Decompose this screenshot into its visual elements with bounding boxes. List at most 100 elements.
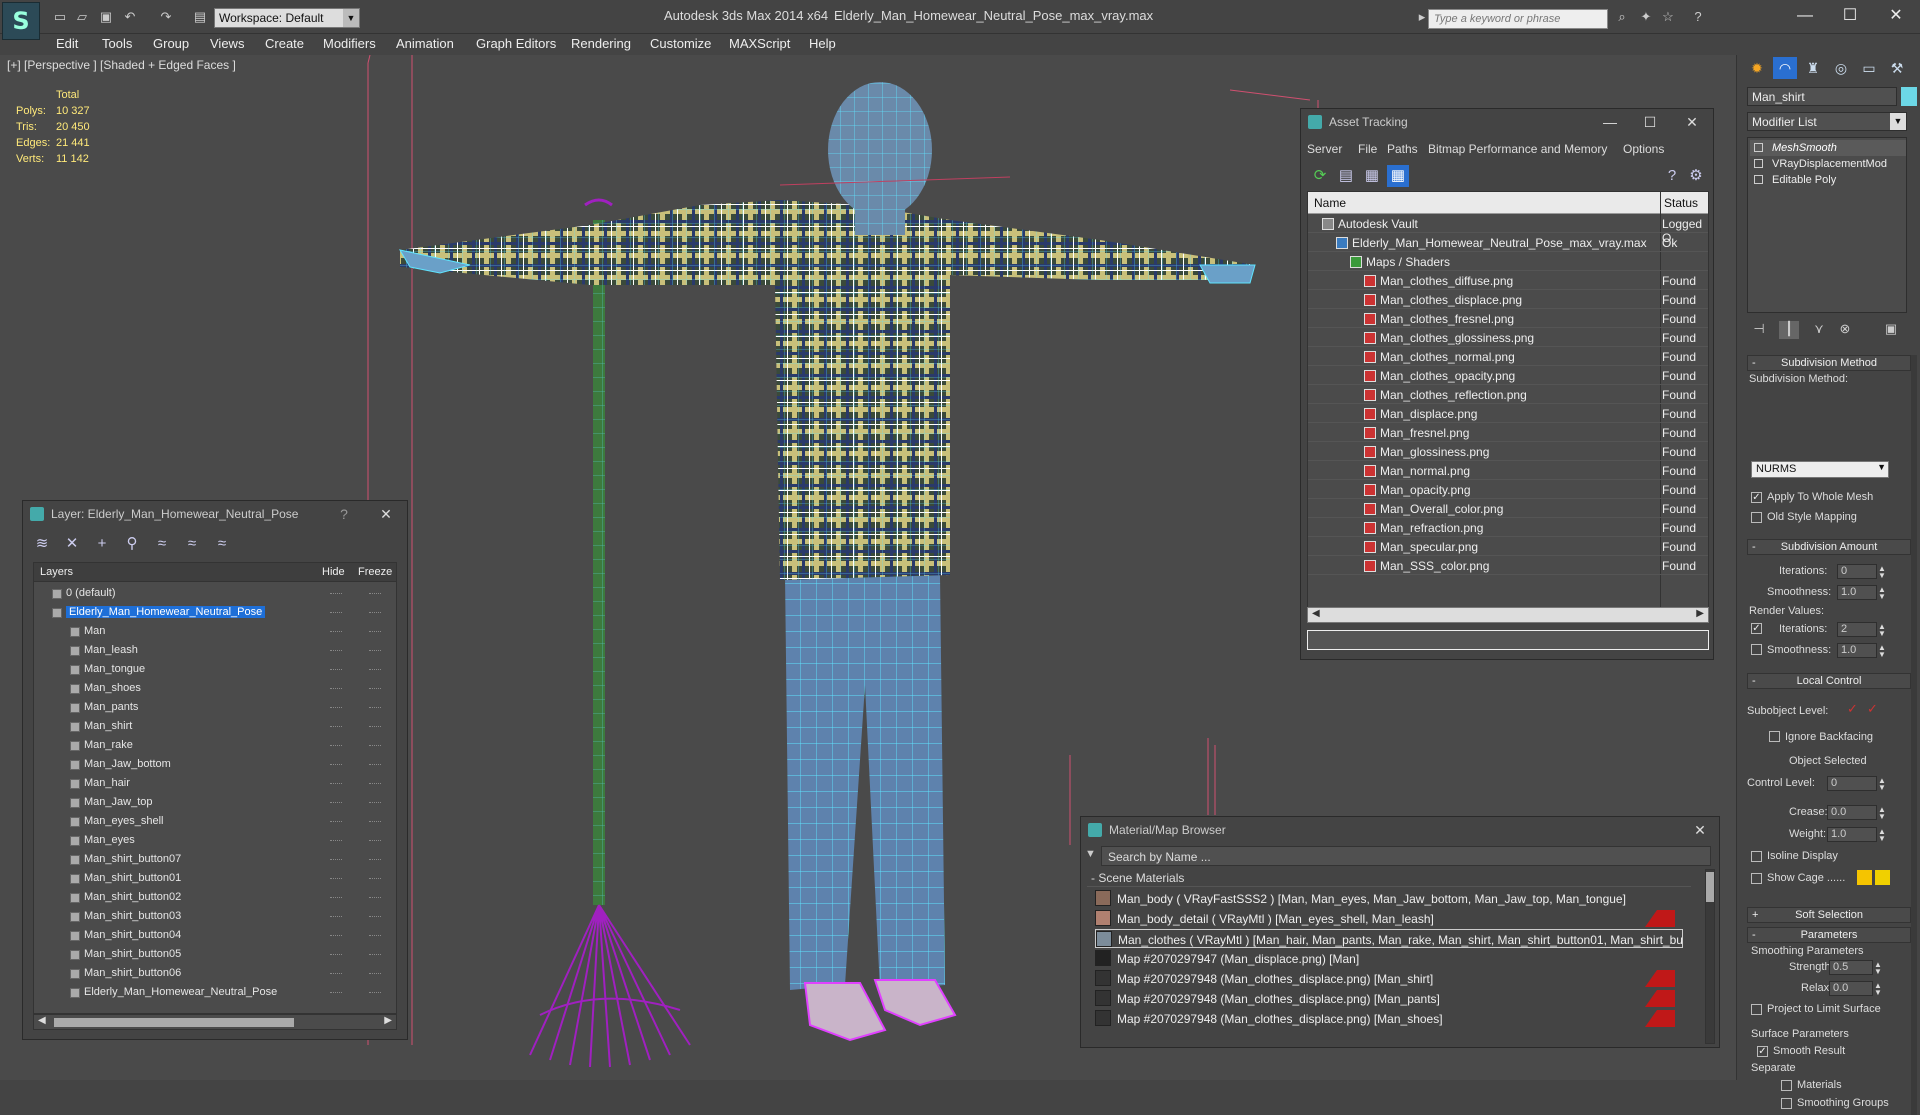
- hide-toggle[interactable]: [330, 726, 342, 728]
- hide-toggle[interactable]: [330, 821, 342, 823]
- menu-rendering[interactable]: Rendering: [571, 36, 631, 51]
- apply-whole-mesh-checkbox[interactable]: ✓: [1751, 492, 1762, 503]
- hide-toggle[interactable]: [330, 593, 342, 595]
- hide-toggle[interactable]: [330, 783, 342, 785]
- display-tab-icon[interactable]: ▭: [1857, 57, 1881, 79]
- modifier-toggle-icon[interactable]: [1754, 159, 1763, 168]
- layer-dialog-titlebar[interactable]: Layer: Elderly_Man_Homewear_Neutral_Pose…: [23, 501, 407, 527]
- hide-toggle[interactable]: [330, 973, 342, 975]
- project-folder-icon[interactable]: ▤: [192, 9, 208, 25]
- layer-list[interactable]: Layers Hide Freeze 0 (default) Elderly_Ma…: [33, 562, 397, 1014]
- render-smoothness-spinner[interactable]: 1.0 ▲ ▼: [1837, 643, 1886, 659]
- refresh-icon[interactable]: ⟳: [1309, 165, 1331, 187]
- layer-row[interactable]: Man_rake: [34, 736, 396, 755]
- freeze-toggle[interactable]: [369, 973, 381, 975]
- freeze-toggle[interactable]: [369, 745, 381, 747]
- layer-row[interactable]: Man_shirt_button07: [34, 850, 396, 869]
- freeze-toggle[interactable]: [369, 688, 381, 690]
- hide-toggle[interactable]: [330, 764, 342, 766]
- scroll-left-icon[interactable]: ◀: [38, 1015, 46, 1026]
- relax-spinner[interactable]: 0.0 ▲ ▼: [1829, 981, 1882, 997]
- material-row[interactable]: Man_body ( VRayFastSSS2 ) [Man, Man_eyes…: [1095, 889, 1683, 908]
- freeze-toggle[interactable]: [369, 954, 381, 956]
- hide-toggle[interactable]: [330, 802, 342, 804]
- menu-graph-editors[interactable]: Graph Editors: [476, 36, 556, 51]
- layer-row[interactable]: Elderly_Man_Homewear_Neutral_Pose: [34, 603, 396, 622]
- help-icon[interactable]: ?: [1690, 9, 1706, 25]
- layer-row[interactable]: Man_shirt_button01: [34, 869, 396, 888]
- list-view-icon[interactable]: ▤: [1335, 165, 1357, 187]
- minimize-icon[interactable]: —: [1599, 112, 1621, 132]
- asset-row[interactable]: Autodesk Vault Logged O: [1308, 214, 1708, 245]
- smooth-result-checkbox[interactable]: ✓: [1757, 1046, 1768, 1057]
- material-row[interactable]: Map #2070297948 (Man_clothes_displace.pn…: [1095, 1009, 1683, 1028]
- asset-row[interactable]: Man_displace.png Found: [1308, 404, 1708, 423]
- iterations-spinner[interactable]: 0 ▲ ▼: [1837, 564, 1886, 580]
- app-logo-icon[interactable]: S: [2, 2, 40, 40]
- redo-icon[interactable]: ↷: [158, 9, 174, 25]
- control-level-spinner[interactable]: 0 ▲ ▼: [1827, 776, 1886, 792]
- save-icon[interactable]: ▣: [98, 9, 114, 25]
- asset-row[interactable]: Man_glossiness.png Found: [1308, 442, 1708, 461]
- freeze-toggle[interactable]: [369, 783, 381, 785]
- separate-smoothing-groups-checkbox[interactable]: [1781, 1098, 1792, 1109]
- hide-toggle[interactable]: [330, 745, 342, 747]
- status-column-header[interactable]: Status: [1664, 196, 1698, 210]
- hide-layers-icon[interactable]: ≈: [181, 533, 203, 555]
- asset-menu-bitmap[interactable]: Bitmap Performance and Memory: [1428, 142, 1607, 156]
- hierarchy-tab-icon[interactable]: ♜: [1801, 57, 1825, 79]
- settings-icon[interactable]: ⚙: [1685, 165, 1707, 187]
- close-icon[interactable]: ✕: [375, 504, 397, 524]
- menu-views[interactable]: Views: [210, 36, 244, 51]
- help-icon[interactable]: ?: [1661, 165, 1683, 187]
- modifier-toggle-icon[interactable]: [1754, 175, 1763, 184]
- undo-icon[interactable]: ↶: [122, 9, 138, 25]
- asset-row[interactable]: Man_refraction.png Found: [1308, 518, 1708, 537]
- freeze-toggle[interactable]: [369, 764, 381, 766]
- scroll-right-icon[interactable]: ▶: [384, 1015, 392, 1026]
- layer-row[interactable]: Man_Jaw_top: [34, 793, 396, 812]
- add-to-layer-icon[interactable]: +: [91, 533, 113, 555]
- menu-group[interactable]: Group: [153, 36, 189, 51]
- cage-color-swatch-2[interactable]: [1875, 870, 1890, 885]
- scene-materials-group[interactable]: - Scene Materials: [1087, 869, 1691, 887]
- modify-tab-icon[interactable]: ◠: [1773, 57, 1797, 79]
- rollout-subdivision-amount[interactable]: - Subdivision Amount: [1747, 539, 1911, 555]
- render-iterations-spinner[interactable]: 2 ▲ ▼: [1837, 622, 1886, 638]
- scroll-right-icon[interactable]: ▶: [1696, 608, 1704, 619]
- minimize-icon[interactable]: —: [1785, 4, 1825, 28]
- ignore-backfacing-checkbox[interactable]: [1769, 731, 1780, 742]
- hide-toggle[interactable]: [330, 631, 342, 633]
- close-icon[interactable]: ✕: [1681, 112, 1703, 132]
- freeze-toggle[interactable]: [369, 650, 381, 652]
- layer-row[interactable]: Man_shirt: [34, 717, 396, 736]
- keyword-search-input[interactable]: Type a keyword or phrase: [1428, 9, 1608, 29]
- close-icon[interactable]: ✕: [1689, 820, 1711, 840]
- hide-toggle[interactable]: [330, 916, 342, 918]
- weight-spinner[interactable]: 1.0 ▲ ▼: [1827, 827, 1886, 843]
- layer-row[interactable]: Man_shirt_button02: [34, 888, 396, 907]
- freeze-toggle[interactable]: [369, 821, 381, 823]
- asset-row[interactable]: Man_Overall_color.png Found: [1308, 499, 1708, 518]
- asset-row[interactable]: Man_fresnel.png Found: [1308, 423, 1708, 442]
- select-objects-icon[interactable]: ⚲: [121, 533, 143, 555]
- scroll-thumb[interactable]: [1706, 872, 1714, 902]
- asset-row[interactable]: Elderly_Man_Homewear_Neutral_Pose_max_vr…: [1308, 233, 1708, 252]
- freeze-toggle[interactable]: [369, 802, 381, 804]
- workspace-dropdown[interactable]: Workspace: Default ▼: [214, 8, 360, 28]
- object-color-swatch[interactable]: [1901, 87, 1917, 106]
- modifier-stack[interactable]: MeshSmooth VRayDisplacementMod Editable Po…: [1747, 137, 1907, 313]
- layer-horizontal-scrollbar[interactable]: ◀ ▶: [33, 1014, 397, 1030]
- layer-row[interactable]: Man_shirt_button04: [34, 926, 396, 945]
- asset-row[interactable]: Man_clothes_normal.png Found: [1308, 347, 1708, 366]
- asset-row[interactable]: Man_clothes_fresnel.png Found: [1308, 309, 1708, 328]
- asset-row[interactable]: Man_normal.png Found: [1308, 461, 1708, 480]
- hide-toggle[interactable]: [330, 954, 342, 956]
- help-icon[interactable]: ?: [333, 504, 355, 524]
- freeze-toggle[interactable]: [369, 631, 381, 633]
- freeze-toggle[interactable]: [369, 935, 381, 937]
- crease-spinner[interactable]: 0.0 ▲ ▼: [1827, 805, 1886, 821]
- object-name-field[interactable]: Man_shirt: [1747, 87, 1897, 106]
- rollout-local-control[interactable]: - Local Control: [1747, 673, 1911, 689]
- layer-row[interactable]: Man_shirt_button06: [34, 964, 396, 983]
